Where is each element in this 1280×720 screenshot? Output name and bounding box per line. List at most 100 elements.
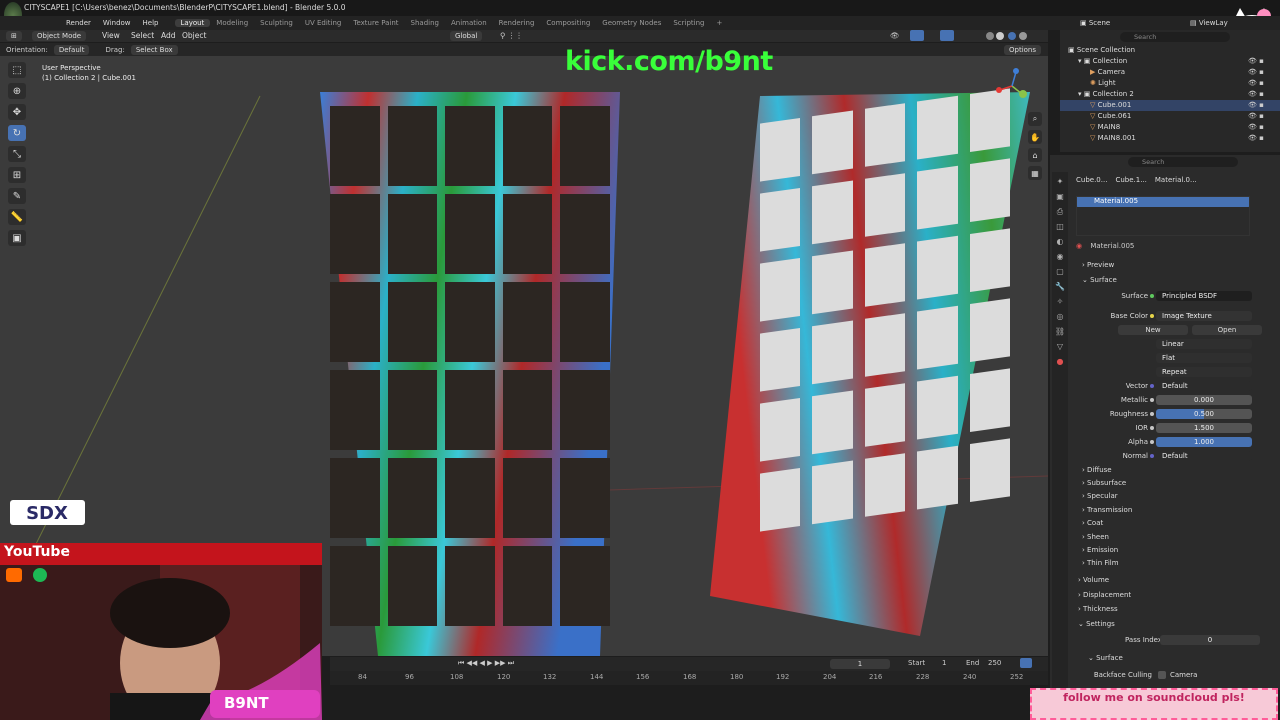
extension-dropdown[interactable]: Repeat bbox=[1156, 367, 1252, 377]
outliner-row-cube-061[interactable]: ▽ Cube.061 bbox=[1060, 111, 1280, 122]
orientation-dropdown[interactable]: Default bbox=[53, 44, 90, 55]
outliner-row-cube-001[interactable]: ▽ Cube.001 bbox=[1060, 100, 1280, 111]
gizmo-toggle-icon[interactable] bbox=[910, 30, 924, 41]
sheen-panel[interactable]: › Sheen bbox=[1082, 531, 1109, 543]
material-slot-list[interactable] bbox=[1076, 196, 1250, 236]
ior-slider[interactable]: 1.500 bbox=[1156, 423, 1252, 433]
tab-animation[interactable]: Animation bbox=[445, 19, 493, 27]
projection-dropdown[interactable]: Flat bbox=[1156, 353, 1252, 363]
coat-panel[interactable]: › Coat bbox=[1082, 517, 1103, 529]
outliner-row-scene-collection[interactable]: ▣ Scene Collection bbox=[1060, 45, 1280, 56]
open-image-button[interactable]: Open bbox=[1192, 325, 1262, 335]
viewlayer-selector[interactable]: ▤ ViewLay bbox=[1190, 19, 1228, 27]
annotate-tool-icon[interactable]: ✎ bbox=[8, 188, 26, 204]
grid-view-icon[interactable]: ▦ bbox=[1028, 166, 1042, 180]
diffuse-panel[interactable]: › Diffuse bbox=[1082, 464, 1112, 476]
tab-rendering[interactable]: Rendering bbox=[493, 19, 541, 27]
start-frame-field[interactable]: 1 bbox=[942, 659, 946, 667]
timeline-ruler[interactable]: 84 96 108 120 132 144 156 168 180 192 20… bbox=[330, 671, 1048, 685]
menu-object[interactable]: Object bbox=[182, 31, 206, 41]
scene-tab-icon[interactable]: ◐ bbox=[1055, 236, 1066, 247]
thin-film-panel[interactable]: › Thin Film bbox=[1082, 557, 1119, 569]
tab-uv-editing[interactable]: UV Editing bbox=[299, 19, 348, 27]
particles-tab-icon[interactable]: ✧ bbox=[1055, 296, 1066, 307]
tab-sculpting[interactable]: Sculpting bbox=[254, 19, 299, 27]
visibility-toggles[interactable]: 👁 ▪ 👁 ▪ 👁 ▪ 👁 ▪ 👁 ▪ 👁 ▪ 👁 ▪ 👁 ▪ bbox=[1248, 56, 1276, 144]
interpolation-dropdown[interactable]: Linear bbox=[1156, 339, 1252, 349]
thickness-panel[interactable]: › Thickness bbox=[1078, 603, 1118, 615]
object-tab-icon[interactable]: ▢ bbox=[1055, 266, 1066, 277]
tab-scripting[interactable]: Scripting bbox=[667, 19, 710, 27]
properties-search[interactable]: Search bbox=[1128, 157, 1238, 167]
modifier-tab-icon[interactable]: 🔧 bbox=[1055, 281, 1066, 292]
menu-render[interactable]: Render bbox=[60, 19, 97, 27]
shading-mode-buttons[interactable] bbox=[985, 31, 1035, 41]
material-datablock[interactable]: ◉ Material.005 bbox=[1076, 240, 1276, 252]
constraints-tab-icon[interactable]: ⛓ bbox=[1055, 326, 1066, 337]
material-tab-icon[interactable]: ● bbox=[1055, 356, 1066, 367]
output-tab-icon[interactable]: ⎙ bbox=[1055, 206, 1066, 217]
tab-geometry-nodes[interactable]: Geometry Nodes bbox=[596, 19, 667, 27]
cursor-tool-icon[interactable]: ⊕ bbox=[8, 83, 26, 99]
outliner-row-main8[interactable]: ▽ MAIN8 bbox=[1060, 122, 1280, 133]
pan-icon[interactable]: ✋ bbox=[1028, 130, 1042, 144]
outliner-row-camera[interactable]: ▶ Camera bbox=[1060, 67, 1280, 78]
roughness-slider[interactable]: 0.500 bbox=[1156, 409, 1252, 419]
base-color-field[interactable]: Image Texture bbox=[1156, 311, 1252, 321]
auto-keying-icon[interactable] bbox=[1020, 658, 1032, 668]
end-frame-field[interactable]: 250 bbox=[988, 659, 1001, 667]
outliner-row-collection[interactable]: ▾ ▣ Collection bbox=[1060, 56, 1280, 67]
outliner-row-main8-001[interactable]: ▽ MAIN8.001 bbox=[1060, 133, 1280, 144]
zoom-icon[interactable]: ⌕ bbox=[1028, 112, 1042, 126]
physics-tab-icon[interactable]: ◎ bbox=[1055, 311, 1066, 322]
specular-panel[interactable]: › Specular bbox=[1082, 490, 1118, 502]
outliner-search[interactable]: Search bbox=[1120, 32, 1230, 42]
tab-shading[interactable]: Shading bbox=[405, 19, 445, 27]
metallic-slider[interactable]: 0.000 bbox=[1156, 395, 1252, 405]
add-workspace-icon[interactable]: + bbox=[710, 19, 728, 27]
volume-panel[interactable]: › Volume bbox=[1078, 574, 1109, 586]
rotate-tool-icon[interactable]: ↻ bbox=[8, 125, 26, 141]
visibility-icon[interactable]: 👁 bbox=[890, 31, 900, 41]
subsurface-panel[interactable]: › Subsurface bbox=[1082, 477, 1126, 489]
outliner-row-light[interactable]: ✺ Light bbox=[1060, 78, 1280, 89]
transmission-panel[interactable]: › Transmission bbox=[1082, 504, 1132, 516]
playback-controls[interactable]: ⏮ ◀◀ ◀ ▶ ▶▶ ⏭ bbox=[458, 659, 514, 668]
tab-compositing[interactable]: Compositing bbox=[540, 19, 596, 27]
editor-type-icon[interactable]: ⊞ bbox=[6, 31, 22, 41]
navigation-gizmo[interactable] bbox=[992, 66, 1032, 106]
options-dropdown[interactable]: Options bbox=[1004, 44, 1042, 55]
menu-help[interactable]: Help bbox=[137, 19, 165, 27]
current-frame-field[interactable]: 1 bbox=[830, 659, 890, 669]
add-cube-tool-icon[interactable]: ▣ bbox=[8, 230, 26, 246]
select-tool-icon[interactable]: ⬚ bbox=[8, 62, 26, 78]
render-tab-icon[interactable]: ▣ bbox=[1055, 191, 1066, 202]
tab-texture-paint[interactable]: Texture Paint bbox=[347, 19, 404, 27]
menu-add[interactable]: Add bbox=[161, 31, 176, 41]
data-tab-icon[interactable]: ▽ bbox=[1055, 341, 1066, 352]
measure-tool-icon[interactable]: 📏 bbox=[8, 209, 26, 225]
snap-icon[interactable]: ⚲ ⋮⋮ bbox=[500, 31, 523, 41]
new-image-button[interactable]: New bbox=[1118, 325, 1188, 335]
normal-field[interactable]: Default bbox=[1156, 451, 1252, 461]
camera-view-icon[interactable]: ⌂ bbox=[1028, 148, 1042, 162]
alpha-slider[interactable]: 1.000 bbox=[1156, 437, 1252, 447]
menu-view[interactable]: View bbox=[102, 31, 120, 41]
world-tab-icon[interactable]: ◉ bbox=[1055, 251, 1066, 262]
menu-window[interactable]: Window bbox=[97, 19, 137, 27]
surface-shader-field[interactable]: Principled BSDF bbox=[1156, 291, 1252, 301]
mode-dropdown[interactable]: Object Mode bbox=[32, 31, 87, 41]
tool-tab-icon[interactable]: ✦ bbox=[1055, 176, 1066, 187]
emission-panel[interactable]: › Emission bbox=[1082, 544, 1118, 556]
transform-tool-icon[interactable]: ⊞ bbox=[8, 167, 26, 183]
overlay-toggle-icon[interactable] bbox=[940, 30, 954, 41]
tab-modeling[interactable]: Modeling bbox=[210, 19, 254, 27]
displacement-panel[interactable]: › Displacement bbox=[1078, 589, 1131, 601]
vector-field[interactable]: Default bbox=[1156, 381, 1252, 391]
surface-settings-panel[interactable]: ⌄ Surface bbox=[1088, 652, 1123, 664]
preview-panel-header[interactable]: › Preview bbox=[1082, 259, 1114, 271]
backface-checkbox[interactable] bbox=[1158, 671, 1166, 679]
pass-index-field[interactable]: 0 bbox=[1160, 635, 1260, 645]
outliner-row-collection-2[interactable]: ▾ ▣ Collection 2 bbox=[1060, 89, 1280, 100]
settings-panel[interactable]: ⌄ Settings bbox=[1078, 618, 1115, 630]
